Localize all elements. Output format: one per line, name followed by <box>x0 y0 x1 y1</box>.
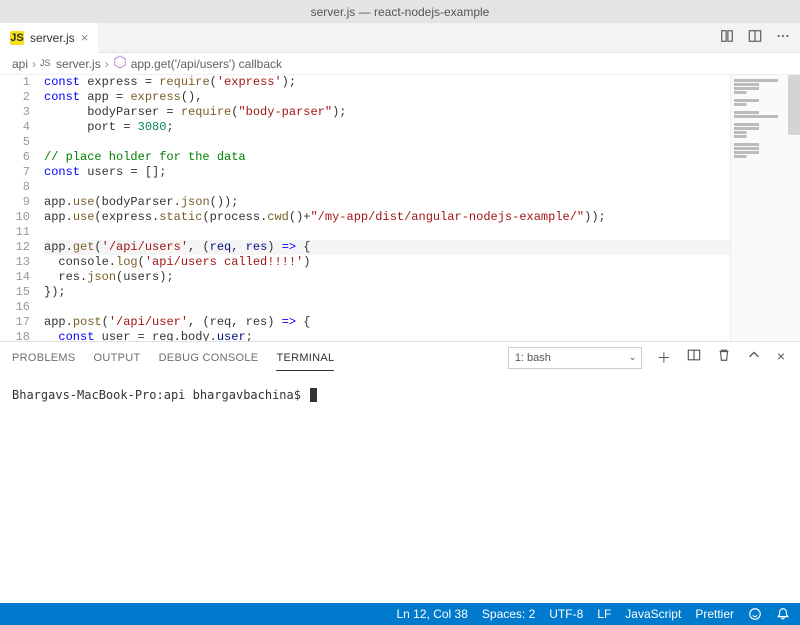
code-line[interactable]: app.get('/api/users', (req, res) => { <box>44 240 730 255</box>
line-number: 8 <box>0 180 30 195</box>
line-number: 16 <box>0 300 30 315</box>
panel-tabs: PROBLEMS OUTPUT DEBUG CONSOLE TERMINAL 1… <box>0 342 800 374</box>
status-bar: Ln 12, Col 38 Spaces: 2 UTF-8 LF JavaScr… <box>0 603 800 625</box>
line-number: 5 <box>0 135 30 150</box>
editor-scrollbar[interactable] <box>788 75 800 341</box>
line-number: 15 <box>0 285 30 300</box>
code-line[interactable]: const app = express(), <box>44 90 730 105</box>
code-line[interactable]: }); <box>44 285 730 300</box>
editor-actions <box>720 29 800 46</box>
code-editor[interactable]: 1234567891011121314151617181920 const ex… <box>0 75 730 341</box>
status-encoding[interactable]: UTF-8 <box>549 607 583 621</box>
code-line[interactable]: bodyParser = require("body-parser"); <box>44 105 730 120</box>
line-number: 17 <box>0 315 30 330</box>
status-indent[interactable]: Spaces: 2 <box>482 607 535 621</box>
code-line[interactable]: const express = require('express'); <box>44 75 730 90</box>
code-content[interactable]: const express = require('express');const… <box>44 75 730 341</box>
maximize-panel-icon[interactable] <box>744 348 764 368</box>
code-line[interactable]: app.post('/api/user', (req, res) => { <box>44 315 730 330</box>
breadcrumb-folder[interactable]: api <box>12 57 28 71</box>
line-number: 4 <box>0 120 30 135</box>
line-number: 7 <box>0 165 30 180</box>
code-line[interactable]: app.use(bodyParser.json()); <box>44 195 730 210</box>
new-terminal-icon[interactable]: ＋ <box>654 348 674 368</box>
line-number: 3 <box>0 105 30 120</box>
code-line[interactable]: console.log('api/users called!!!!') <box>44 255 730 270</box>
feedback-icon[interactable] <box>748 607 762 621</box>
close-panel-icon[interactable]: × <box>774 348 788 368</box>
code-line[interactable] <box>44 135 730 150</box>
code-line[interactable]: // place holder for the data <box>44 150 730 165</box>
chevron-down-icon: ⌄ <box>628 352 636 363</box>
window-title: server.js — react-nodejs-example <box>311 5 490 19</box>
breadcrumb-file[interactable]: server.js <box>56 57 101 71</box>
terminal-selector[interactable]: 1: bash ⌄ <box>508 347 642 369</box>
code-line[interactable] <box>44 225 730 240</box>
javascript-file-icon: JS <box>40 58 52 70</box>
tab-output[interactable]: OUTPUT <box>94 346 141 370</box>
breadcrumb[interactable]: api › JS server.js › app.get('/api/users… <box>0 53 800 75</box>
method-icon <box>113 55 127 72</box>
kill-terminal-icon[interactable] <box>714 348 734 368</box>
code-line[interactable] <box>44 180 730 195</box>
line-number: 2 <box>0 90 30 105</box>
line-number: 6 <box>0 150 30 165</box>
editor-tabs: JS server.js × <box>0 23 800 53</box>
more-actions-icon[interactable] <box>776 29 790 46</box>
tab-server-js[interactable]: JS server.js × <box>0 23 98 53</box>
terminal[interactable]: Bhargavs-MacBook-Pro:api bhargavbachina$ <box>0 374 800 603</box>
status-ln-col[interactable]: Ln 12, Col 38 <box>397 607 468 621</box>
breadcrumb-symbol[interactable]: app.get('/api/users') callback <box>131 57 282 71</box>
line-number: 9 <box>0 195 30 210</box>
chevron-right-icon: › <box>105 57 109 71</box>
text-caret <box>314 388 315 402</box>
tab-debug-console[interactable]: DEBUG CONSOLE <box>159 346 259 370</box>
split-terminal-icon[interactable] <box>684 348 704 368</box>
notifications-icon[interactable] <box>776 607 790 621</box>
tab-problems[interactable]: PROBLEMS <box>12 346 76 370</box>
line-number: 18 <box>0 330 30 341</box>
code-line[interactable]: const user = req.body.user; <box>44 330 730 341</box>
terminal-prompt: Bhargavs-MacBook-Pro:api bhargavbachina$ <box>12 388 301 402</box>
editor-area: 1234567891011121314151617181920 const ex… <box>0 75 800 341</box>
line-number: 11 <box>0 225 30 240</box>
line-number: 10 <box>0 210 30 225</box>
chevron-right-icon: › <box>32 57 36 71</box>
code-line[interactable] <box>44 300 730 315</box>
status-eol[interactable]: LF <box>597 607 611 621</box>
compare-changes-icon[interactable] <box>720 29 734 46</box>
line-number: 1 <box>0 75 30 90</box>
status-formatter[interactable]: Prettier <box>695 607 734 621</box>
line-number: 13 <box>0 255 30 270</box>
code-line[interactable]: const users = []; <box>44 165 730 180</box>
terminal-selector-value: 1: bash <box>515 352 551 364</box>
javascript-file-icon: JS <box>10 31 24 45</box>
code-line[interactable]: port = 3080; <box>44 120 730 135</box>
bottom-panel: PROBLEMS OUTPUT DEBUG CONSOLE TERMINAL 1… <box>0 341 800 603</box>
line-number: 12 <box>0 240 30 255</box>
window-title-bar: server.js — react-nodejs-example <box>0 0 800 23</box>
status-language[interactable]: JavaScript <box>625 607 681 621</box>
tab-terminal[interactable]: TERMINAL <box>276 346 334 371</box>
split-editor-icon[interactable] <box>748 29 762 46</box>
scrollbar-thumb[interactable] <box>788 75 800 135</box>
tab-filename: server.js <box>30 31 75 45</box>
line-number-gutter: 1234567891011121314151617181920 <box>0 75 44 341</box>
line-number: 14 <box>0 270 30 285</box>
close-icon[interactable]: × <box>81 30 89 45</box>
code-line[interactable]: app.use(express.static(process.cwd()+"/m… <box>44 210 730 225</box>
code-line[interactable]: res.json(users); <box>44 270 730 285</box>
